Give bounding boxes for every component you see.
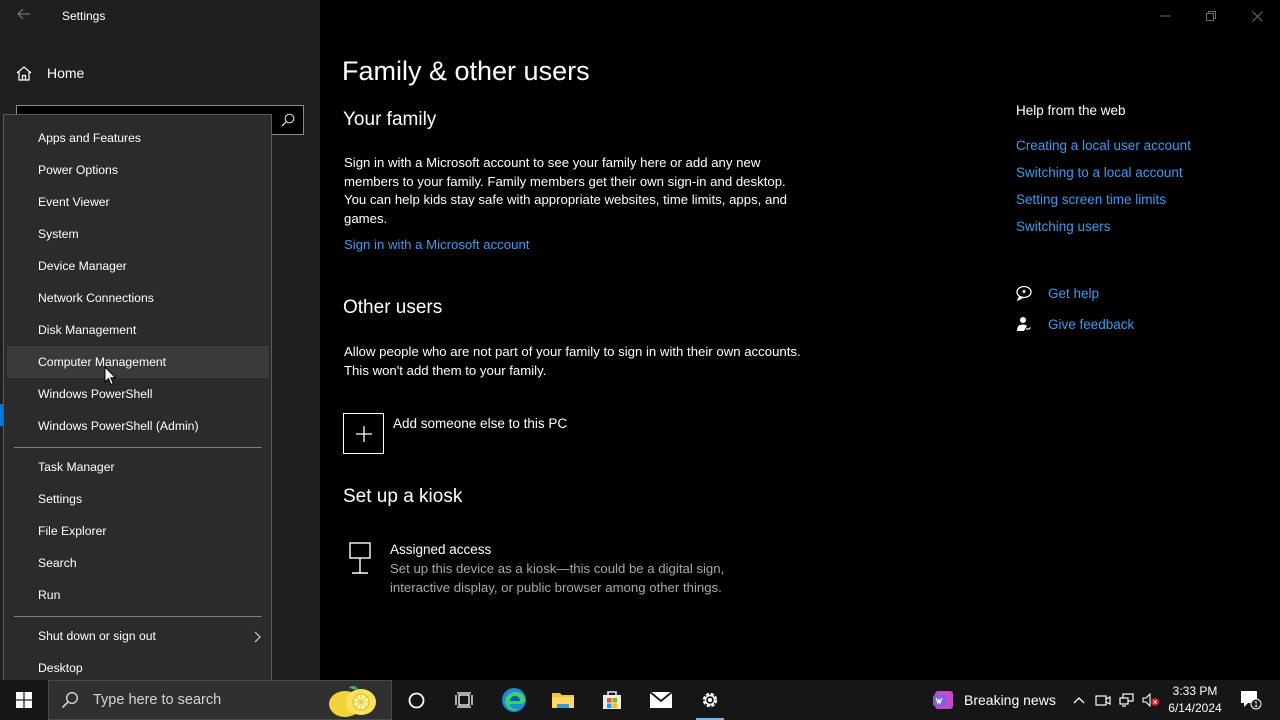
page-title: Family & other users xyxy=(342,56,590,86)
taskbar-search-placeholder: Type here to search xyxy=(93,692,222,708)
store-icon xyxy=(603,691,621,709)
close-button[interactable] xyxy=(1234,0,1280,32)
assigned-access-item[interactable]: Assigned access Set up this device as a … xyxy=(347,540,760,597)
menu-item-power-options[interactable]: Power Options xyxy=(7,154,269,186)
give-feedback-label: Give feedback xyxy=(1048,316,1135,332)
your-family-heading: Your family xyxy=(343,109,437,130)
menu-item-network-connections[interactable]: Network Connections xyxy=(7,282,269,314)
minimize-button[interactable] xyxy=(1142,0,1188,32)
volume-button[interactable] xyxy=(1140,680,1162,720)
sign-in-microsoft-link[interactable]: Sign in with a Microsoft account xyxy=(344,237,529,252)
show-hidden-icons-button[interactable] xyxy=(1068,680,1090,720)
volume-muted-icon xyxy=(1142,693,1159,707)
power-user-context-menu: Apps and Features Power Options Event Vi… xyxy=(3,114,272,692)
add-user-button[interactable]: Add someone else to this PC xyxy=(343,413,567,454)
edge-icon xyxy=(502,688,526,712)
assigned-access-description: Set up this device as a kiosk—this could… xyxy=(390,561,725,595)
give-feedback-link[interactable]: Give feedback xyxy=(1016,316,1134,332)
menu-item-device-manager[interactable]: Device Manager xyxy=(7,250,269,282)
restore-icon xyxy=(1206,11,1216,21)
edge-button[interactable] xyxy=(490,680,538,720)
help-link-screen-time[interactable]: Setting screen time limits xyxy=(1016,192,1166,207)
help-link-switching-users[interactable]: Switching users xyxy=(1016,219,1111,234)
menu-item-settings[interactable]: Settings xyxy=(7,483,269,515)
chevron-right-icon xyxy=(254,620,261,652)
search-highlight-lemon-icon xyxy=(329,685,376,717)
search-icon xyxy=(61,691,79,709)
clock-date: 6/14/2024 xyxy=(1168,701,1222,715)
chevron-up-icon xyxy=(1073,697,1085,704)
home-label: Home xyxy=(47,65,85,81)
mail-button[interactable] xyxy=(637,680,685,720)
mouse-cursor-icon xyxy=(104,366,117,386)
get-help-label: Get help xyxy=(1048,285,1100,301)
settings-taskbar-button[interactable] xyxy=(686,680,734,720)
start-button[interactable] xyxy=(0,680,48,720)
menu-item-apps-and-features[interactable]: Apps and Features xyxy=(7,122,269,154)
other-users-description: Allow people who are not part of your fa… xyxy=(344,344,801,378)
close-icon xyxy=(1251,10,1263,22)
menu-item-task-manager[interactable]: Task Manager xyxy=(7,451,269,483)
notification-count: 1 xyxy=(1254,700,1259,709)
kiosk-icon xyxy=(349,542,371,574)
menu-item-shut-down-or-sign-out[interactable]: Shut down or sign out xyxy=(7,620,269,652)
menu-item-system[interactable]: System xyxy=(7,218,269,250)
menu-item-computer-management[interactable]: Computer Management xyxy=(7,346,269,378)
file-explorer-button[interactable] xyxy=(539,680,587,720)
assigned-access-title: Assigned access xyxy=(390,542,492,557)
task-view-icon xyxy=(455,692,473,708)
mail-icon xyxy=(649,691,673,708)
menu-item-run[interactable]: Run xyxy=(7,579,269,611)
other-users-heading: Other users xyxy=(343,297,443,318)
menu-separator xyxy=(14,616,262,617)
windows-logo-icon xyxy=(16,692,32,708)
kiosk-heading: Set up a kiosk xyxy=(343,486,463,507)
restore-button[interactable] xyxy=(1188,0,1234,32)
help-heading: Help from the web xyxy=(1016,103,1126,118)
task-view-button[interactable] xyxy=(440,680,488,720)
feedback-person-icon xyxy=(1017,317,1031,331)
clock-button[interactable]: 3:33 PM 6/14/2024 xyxy=(1160,683,1230,717)
add-user-label: Add someone else to this PC xyxy=(393,416,568,431)
search-button[interactable] xyxy=(273,106,303,134)
action-center-button[interactable]: 1 xyxy=(1236,680,1266,720)
add-user-tile xyxy=(343,413,384,454)
menu-separator xyxy=(14,447,262,448)
meet-now-button[interactable] xyxy=(1092,680,1114,720)
chat-help-icon xyxy=(1016,285,1032,301)
menu-item-search[interactable]: Search xyxy=(7,547,269,579)
shut-down-label: Shut down or sign out xyxy=(38,629,156,643)
network-button[interactable] xyxy=(1116,680,1138,720)
news-label: Breaking news xyxy=(964,692,1056,708)
news-icon xyxy=(933,691,953,709)
plus-icon xyxy=(355,425,372,442)
window-title: Settings xyxy=(62,9,106,23)
settings-icon xyxy=(702,692,718,708)
taskbar: Type here to search Breaking news 3:33 P… xyxy=(0,680,1280,720)
meet-now-icon xyxy=(1095,695,1111,706)
menu-item-windows-powershell[interactable]: Windows PowerShell xyxy=(7,378,269,410)
home-icon xyxy=(16,65,32,81)
get-help-link[interactable]: Get help xyxy=(1016,285,1099,301)
menu-item-file-explorer[interactable]: File Explorer xyxy=(7,515,269,547)
your-family-description: Sign in with a Microsoft account to see … xyxy=(344,155,787,226)
back-arrow-icon xyxy=(17,8,30,20)
search-icon xyxy=(281,113,295,127)
news-widget-button[interactable]: Breaking news xyxy=(932,680,1056,720)
help-link-create-local-account[interactable]: Creating a local user account xyxy=(1016,138,1191,153)
clock-time: 3:33 PM xyxy=(1172,684,1218,698)
notification-icon: 1 xyxy=(1241,691,1262,710)
home-nav-item[interactable]: Home xyxy=(16,62,84,84)
menu-item-event-viewer[interactable]: Event Viewer xyxy=(7,186,269,218)
minimize-icon xyxy=(1160,15,1170,17)
help-link-switch-local-account[interactable]: Switching to a local account xyxy=(1016,165,1183,180)
file-explorer-icon xyxy=(552,693,574,708)
cortana-button[interactable] xyxy=(392,680,440,720)
menu-item-windows-powershell-admin[interactable]: Windows PowerShell (Admin) xyxy=(7,410,269,442)
network-icon xyxy=(1119,693,1134,707)
cortana-icon xyxy=(408,692,424,708)
store-button[interactable] xyxy=(588,680,636,720)
menu-item-disk-management[interactable]: Disk Management xyxy=(7,314,269,346)
back-button[interactable] xyxy=(10,6,38,26)
